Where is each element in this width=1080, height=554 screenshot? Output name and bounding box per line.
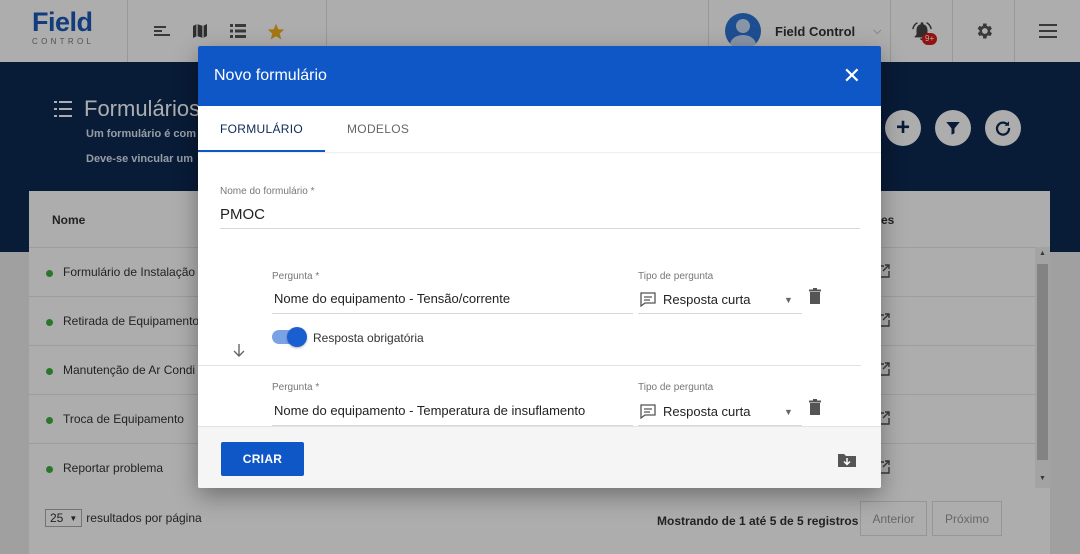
move-down-icon[interactable] xyxy=(233,344,245,358)
new-form-dialog: Novo formulário ✕ FORMULÁRIO MODELOS Nom… xyxy=(198,46,881,488)
question-type-label: Tipo de pergunta xyxy=(638,271,714,282)
question-type-value: Resposta curta xyxy=(663,292,751,307)
question-type-underline xyxy=(638,313,802,314)
toggle-knob xyxy=(287,327,307,347)
question-label: Pergunta * xyxy=(272,271,320,282)
short-answer-icon xyxy=(640,404,656,419)
form-name-input[interactable]: PMOC xyxy=(220,206,265,223)
delete-icon[interactable] xyxy=(809,399,821,415)
tab-formulario[interactable]: FORMULÁRIO xyxy=(198,106,326,152)
folder-download-icon[interactable] xyxy=(838,453,856,467)
create-button[interactable]: CRIAR xyxy=(221,442,304,476)
question-input[interactable]: Nome do equipamento - Tensão/corrente xyxy=(274,291,510,306)
question-underline xyxy=(272,313,633,314)
close-icon[interactable]: ✕ xyxy=(843,65,861,87)
question-type-select[interactable]: Resposta curta xyxy=(640,292,750,307)
dialog-title: Novo formulário xyxy=(214,67,327,84)
caret-down-icon: ▼ xyxy=(784,295,793,305)
question-label: Pergunta * xyxy=(272,382,320,393)
dialog-footer: CRIAR xyxy=(198,426,881,488)
required-toggle[interactable] xyxy=(272,327,307,347)
question-type-select[interactable]: Resposta curta xyxy=(640,404,750,419)
dialog-tabs: FORMULÁRIO MODELOS xyxy=(198,106,881,153)
required-label: Resposta obrigatória xyxy=(313,331,424,345)
dialog-body: Nome do formulário * PMOC Pergunta * Nom… xyxy=(198,153,881,426)
question-type-label: Tipo de pergunta xyxy=(638,382,714,393)
tab-modelos[interactable]: MODELOS xyxy=(325,106,431,152)
question-input[interactable]: Nome do equipamento - Temperatura de ins… xyxy=(274,403,585,418)
caret-down-icon: ▼ xyxy=(784,407,793,417)
short-answer-icon xyxy=(640,292,656,307)
dialog-header: Novo formulário ✕ xyxy=(198,46,881,106)
form-name-underline xyxy=(220,228,860,229)
delete-icon[interactable] xyxy=(809,288,821,304)
question-separator xyxy=(198,365,861,366)
question-type-value: Resposta curta xyxy=(663,404,751,419)
form-name-label: Nome do formulário * xyxy=(220,186,315,197)
